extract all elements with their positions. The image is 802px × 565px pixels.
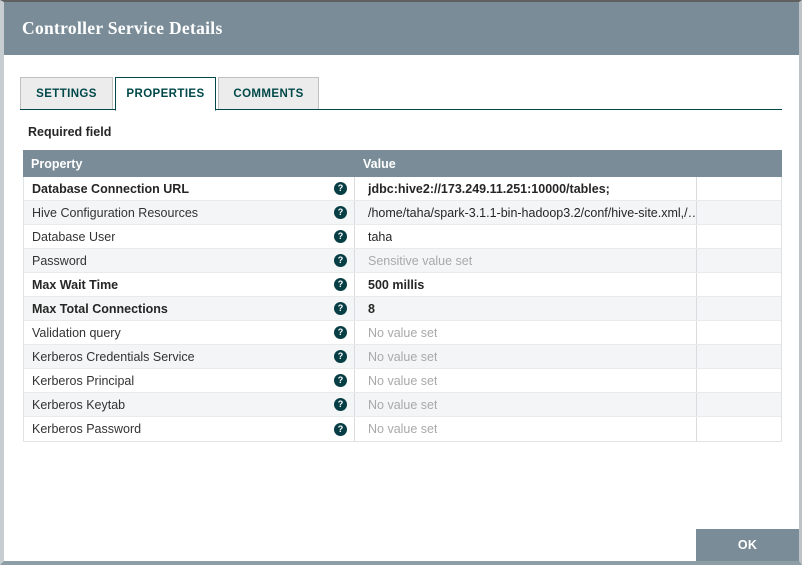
- property-cell: Kerberos Password ?: [24, 417, 355, 441]
- tab-comments[interactable]: COMMENTS: [218, 77, 319, 109]
- property-name: Max Wait Time: [32, 277, 119, 292]
- property-cell: Kerberos Keytab ?: [24, 393, 355, 416]
- property-name: Kerberos Password: [32, 422, 142, 436]
- property-value: No value set: [368, 397, 438, 412]
- table-row[interactable]: Kerberos Password ? No value set: [24, 417, 781, 441]
- extra-cell: [697, 369, 781, 392]
- extra-cell: [697, 273, 781, 296]
- value-cell: 8: [355, 297, 697, 320]
- extra-cell: [697, 417, 781, 441]
- value-cell: No value set: [355, 417, 697, 441]
- question-circle-icon[interactable]: ?: [334, 326, 347, 339]
- column-header-property: Property: [31, 156, 83, 171]
- property-name: Kerberos Keytab: [32, 397, 126, 412]
- table-row[interactable]: Max Total Connections ? 8: [24, 297, 781, 321]
- table-row[interactable]: Password ? Sensitive value set: [24, 249, 781, 273]
- property-cell: Max Total Connections ?: [24, 297, 355, 320]
- property-cell: Database User ?: [24, 225, 355, 248]
- column-header-value: Value: [363, 156, 396, 171]
- question-circle-icon[interactable]: ?: [334, 422, 347, 436]
- property-cell: Database Connection URL ?: [24, 177, 355, 200]
- table-row[interactable]: Kerberos Principal ? No value set: [24, 369, 781, 393]
- question-circle-icon[interactable]: ?: [334, 302, 347, 315]
- table-row[interactable]: Kerberos Credentials Service ? No value …: [24, 345, 781, 369]
- value-cell: /home/taha/spark-3.1.1-bin-hadoop3.2/con…: [355, 201, 697, 224]
- controller-service-details-dialog: Controller Service Details SETTINGS PROP…: [0, 0, 802, 565]
- extra-cell: [697, 249, 781, 272]
- extra-cell: [697, 225, 781, 248]
- question-circle-icon[interactable]: ?: [334, 182, 347, 195]
- question-circle-icon[interactable]: ?: [334, 254, 347, 267]
- property-value: No value set: [368, 349, 438, 364]
- table-row[interactable]: Hive Configuration Resources ? /home/tah…: [24, 201, 781, 225]
- property-cell: Hive Configuration Resources ?: [24, 201, 355, 224]
- table-body: Database Connection URL ? jdbc:hive2://1…: [23, 177, 782, 442]
- question-circle-icon[interactable]: ?: [334, 278, 347, 291]
- tab-properties[interactable]: PROPERTIES: [115, 77, 216, 111]
- table-row[interactable]: Kerberos Keytab ? No value set: [24, 393, 781, 417]
- table-row[interactable]: Database Connection URL ? jdbc:hive2://1…: [24, 177, 781, 201]
- property-value: Sensitive value set: [368, 253, 473, 268]
- table-row[interactable]: Max Wait Time ? 500 millis: [24, 273, 781, 297]
- property-name: Max Total Connections: [32, 301, 168, 316]
- property-value: No value set: [368, 325, 438, 340]
- extra-cell: [697, 177, 781, 200]
- required-field-label: Required field: [28, 125, 112, 139]
- ok-button[interactable]: OK: [696, 529, 799, 561]
- value-cell: taha: [355, 225, 697, 248]
- property-name: Kerberos Principal: [32, 373, 135, 388]
- extra-cell: [697, 297, 781, 320]
- property-value: jdbc:hive2://173.249.11.251:10000/tables…: [368, 181, 610, 196]
- extra-cell: [697, 393, 781, 416]
- property-cell: Kerberos Credentials Service ?: [24, 345, 355, 368]
- property-value: No value set: [368, 373, 438, 388]
- tab-settings[interactable]: SETTINGS: [20, 77, 113, 109]
- properties-table: Property Value Database Connection URL ?…: [23, 150, 782, 442]
- property-name: Hive Configuration Resources: [32, 205, 199, 220]
- property-name: Validation query: [32, 325, 121, 340]
- value-cell: jdbc:hive2://173.249.11.251:10000/tables…: [355, 177, 697, 200]
- table-row[interactable]: Validation query ? No value set: [24, 321, 781, 345]
- value-cell: No value set: [355, 345, 697, 368]
- value-cell: No value set: [355, 369, 697, 392]
- extra-cell: [697, 321, 781, 344]
- property-value: taha: [368, 229, 393, 244]
- value-cell: No value set: [355, 393, 697, 416]
- value-cell: Sensitive value set: [355, 249, 697, 272]
- table-row[interactable]: Database User ? taha: [24, 225, 781, 249]
- property-value: 8: [368, 301, 375, 316]
- dialog-header: Controller Service Details: [4, 2, 799, 55]
- property-cell: Validation query ?: [24, 321, 355, 344]
- tab-bar: SETTINGS PROPERTIES COMMENTS: [20, 77, 782, 111]
- question-circle-icon[interactable]: ?: [334, 350, 347, 363]
- property-name: Database User: [32, 229, 116, 244]
- property-name: Database Connection URL: [32, 181, 189, 196]
- value-cell: 500 millis: [355, 273, 697, 296]
- question-circle-icon[interactable]: ?: [334, 230, 347, 243]
- property-cell: Password ?: [24, 249, 355, 272]
- property-name: Password: [32, 253, 87, 268]
- value-cell: No value set: [355, 321, 697, 344]
- property-cell: Kerberos Principal ?: [24, 369, 355, 392]
- question-circle-icon[interactable]: ?: [334, 374, 347, 387]
- property-value: 500 millis: [368, 277, 425, 292]
- property-name: Kerberos Credentials Service: [32, 349, 195, 364]
- property-value: No value set: [368, 422, 438, 436]
- dialog-title: Controller Service Details: [22, 18, 223, 38]
- property-cell: Max Wait Time ?: [24, 273, 355, 296]
- question-circle-icon[interactable]: ?: [334, 206, 347, 219]
- question-circle-icon[interactable]: ?: [334, 398, 347, 411]
- table-header-row: Property Value: [23, 150, 782, 177]
- extra-cell: [697, 345, 781, 368]
- extra-cell: [697, 201, 781, 224]
- property-value: /home/taha/spark-3.1.1-bin-hadoop3.2/con…: [368, 205, 696, 220]
